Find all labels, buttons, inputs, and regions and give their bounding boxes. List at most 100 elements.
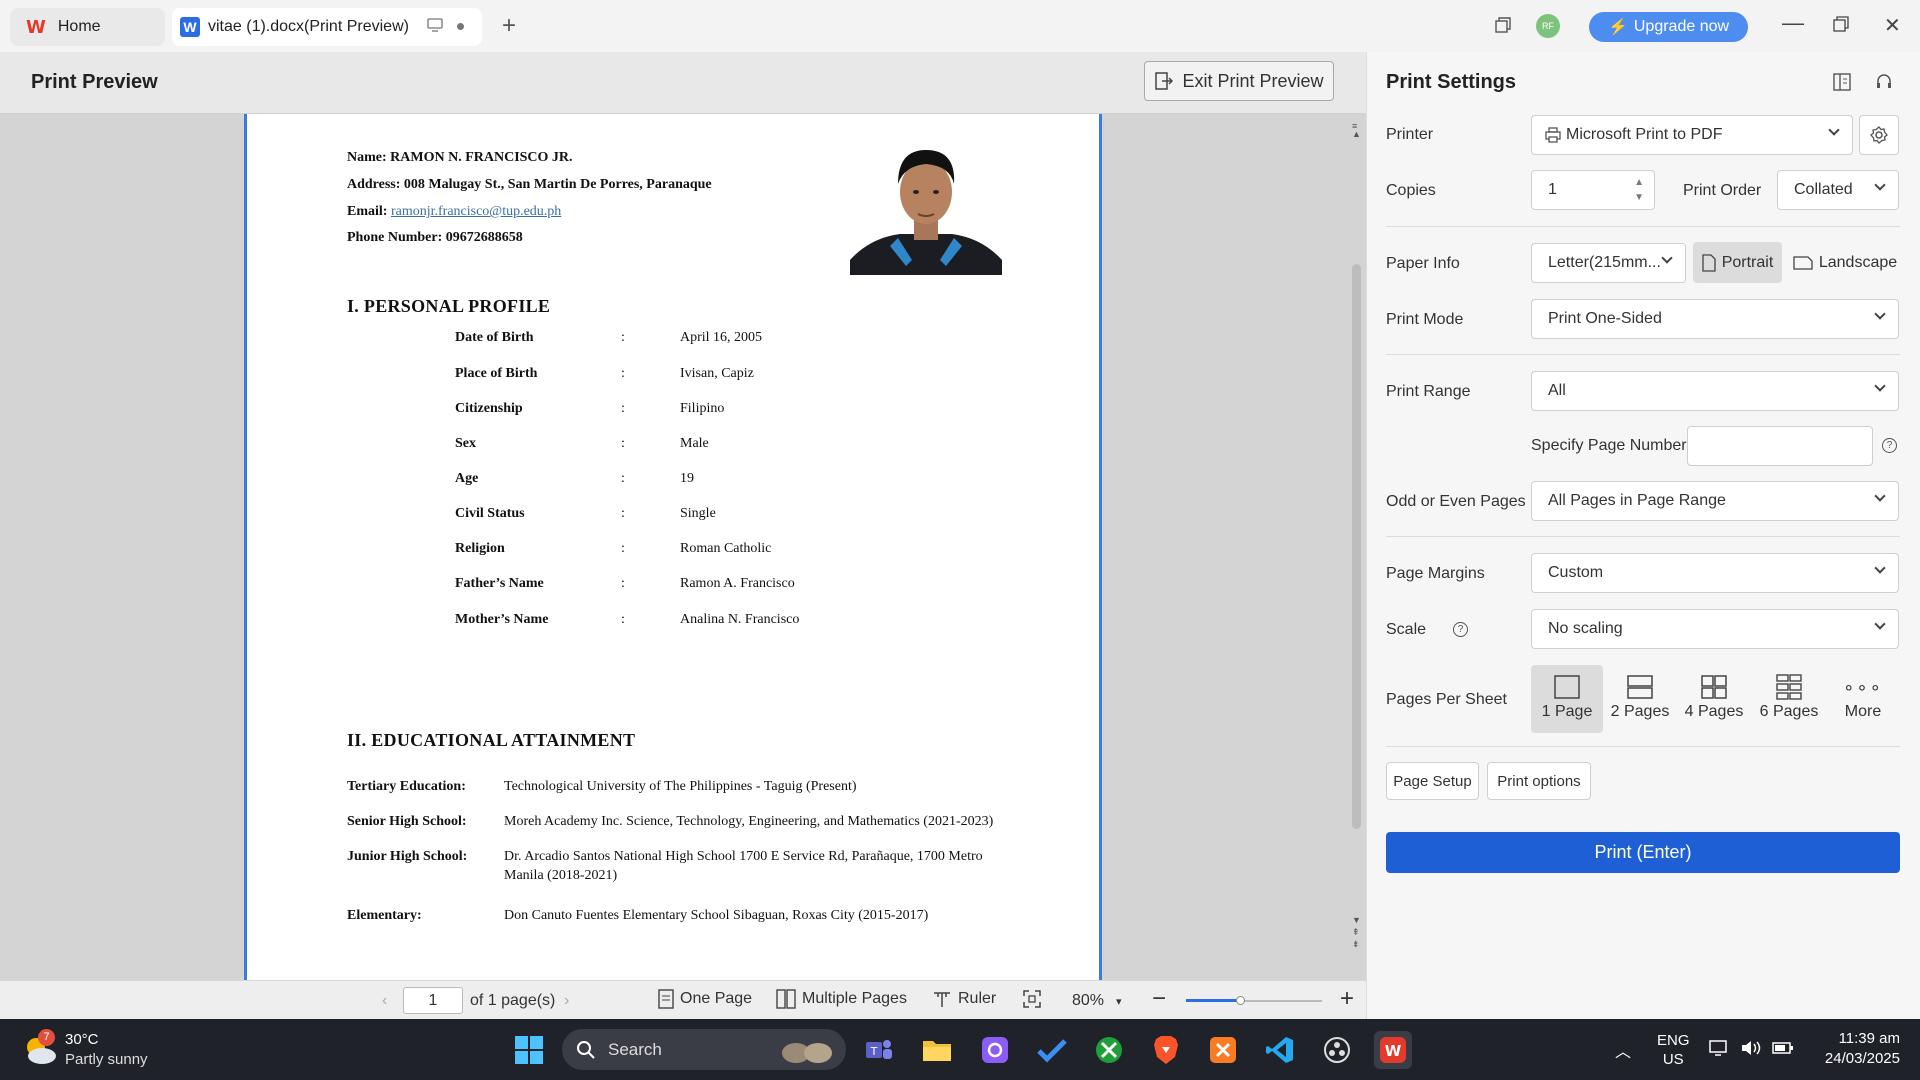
printer-select[interactable]: Microsoft Print to PDF xyxy=(1531,115,1853,155)
multiple-pages-button[interactable]: Multiple Pages xyxy=(776,989,907,1009)
tab-document[interactable]: W vitae (1).docx(Print Preview) xyxy=(172,8,482,46)
pps-2-pages[interactable]: 2 Pages xyxy=(1604,665,1676,733)
page-title: Print Preview xyxy=(31,71,158,93)
print-order-select[interactable]: Collated xyxy=(1777,170,1899,210)
copies-label: Copies xyxy=(1386,182,1436,199)
chevron-up-icon[interactable]: ︿ xyxy=(1604,1031,1642,1069)
ruler-button[interactable]: Ruler xyxy=(932,989,996,1009)
chevron-down-icon xyxy=(1874,308,1886,320)
email-link[interactable]: ramonjr.francisco@tup.edu.ph xyxy=(391,204,561,219)
obs-icon[interactable] xyxy=(1318,1031,1356,1069)
page-setup-button[interactable]: Page Setup xyxy=(1386,762,1479,800)
specify-page-input[interactable] xyxy=(1687,426,1873,466)
vpn-app-icon[interactable] xyxy=(976,1031,1014,1069)
zoom-slider[interactable] xyxy=(1186,996,1322,1005)
copies-stepper[interactable]: 1 ▲ ▼ xyxy=(1531,170,1655,210)
close-icon[interactable]: ✕ xyxy=(1884,13,1901,38)
page-number-input[interactable]: 1 xyxy=(403,987,463,1014)
address-value: 008 Malugay St., San Martin De Porres, P… xyxy=(403,177,712,192)
search-icon xyxy=(577,1040,595,1059)
education-label: Junior High School: xyxy=(347,849,468,864)
preview-layout-icon[interactable] xyxy=(1832,72,1852,97)
specify-page-label: Specify Page Number xyxy=(1531,437,1687,454)
scroll-top-icon[interactable]: ≡ ▲ xyxy=(1352,122,1361,139)
zoom-slider-thumb[interactable] xyxy=(1236,996,1245,1005)
support-icon[interactable] xyxy=(1874,72,1894,97)
start-icon[interactable] xyxy=(510,1031,548,1069)
print-button[interactable]: Print (Enter) xyxy=(1386,832,1900,873)
scale-select[interactable]: No scaling xyxy=(1531,609,1899,649)
odd-even-select[interactable]: All Pages in Page Range xyxy=(1531,481,1899,521)
language-indicator[interactable]: ENG US xyxy=(1657,1031,1690,1069)
pps-1-page[interactable]: 1 Page xyxy=(1531,665,1603,733)
one-page-button[interactable]: One Page xyxy=(658,989,752,1009)
document-page: Name: RAMON N. FRANCISCO JR. Address: 00… xyxy=(244,114,1102,1019)
preview-bottom-bar: ‹ 1 of 1 page(s) › One Page Multiple Pag… xyxy=(0,980,1366,1020)
profile-label: Sex xyxy=(455,436,476,451)
paper-size-select[interactable]: Letter(215mm... xyxy=(1531,243,1686,283)
scroll-thumb[interactable] xyxy=(1352,264,1361,829)
divider xyxy=(1386,536,1900,537)
brave-icon[interactable] xyxy=(1147,1031,1185,1069)
education-value-cont: Manila (2018-2021) xyxy=(504,868,618,883)
unsaved-dot-icon[interactable] xyxy=(457,23,464,30)
landscape-button[interactable]: Landscape xyxy=(1790,242,1900,283)
zoom-in-icon[interactable]: + xyxy=(1340,985,1354,1013)
education-label: Tertiary Education: xyxy=(347,779,466,794)
portrait-button[interactable]: Portrait xyxy=(1693,242,1782,283)
clock[interactable]: 11:39 am 24/03/2025 xyxy=(1800,1029,1900,1069)
vscode-icon[interactable] xyxy=(1261,1031,1299,1069)
help-icon[interactable]: ? xyxy=(1882,438,1897,453)
print-mode-select[interactable]: Print One-Sided xyxy=(1531,299,1899,339)
education-label: Elementary: xyxy=(347,908,422,923)
profile-label: Place of Birth xyxy=(455,366,538,381)
file-explorer-icon[interactable] xyxy=(918,1031,956,1069)
maximize-icon[interactable] xyxy=(1833,16,1849,37)
profile-label: Citizenship xyxy=(455,401,523,416)
vertical-scrollbar[interactable]: ≡ ▲ ▼ ⇞ ⇟ xyxy=(1347,114,1366,976)
tab-home[interactable]: W Home xyxy=(10,8,165,46)
restore-window-icon[interactable] xyxy=(1494,16,1512,39)
pps-4-pages[interactable]: 4 Pages xyxy=(1678,665,1750,733)
page-margins-select[interactable]: Custom xyxy=(1531,553,1899,593)
wps-office-icon[interactable]: W xyxy=(1374,1031,1412,1069)
print-range-select[interactable]: All xyxy=(1531,371,1899,411)
taskbar-search[interactable]: Search xyxy=(562,1029,846,1070)
scroll-bottom-icon[interactable]: ▼ ⇞ ⇟ xyxy=(1352,914,1361,950)
more-icon: ∘∘∘ xyxy=(1843,676,1883,697)
prev-page-icon[interactable]: ‹ xyxy=(382,992,387,1010)
address-line: Address: 008 Malugay St., San Martin De … xyxy=(347,177,712,193)
profile-value: Ivisan, Capiz xyxy=(680,366,754,381)
minimize-icon[interactable]: — xyxy=(1782,10,1804,36)
teams-icon[interactable]: T xyxy=(860,1031,898,1069)
next-page-icon[interactable]: › xyxy=(564,992,569,1010)
fit-page-icon[interactable] xyxy=(1022,989,1042,1014)
one-page-label: One Page xyxy=(680,990,753,1007)
avatar[interactable]: RF xyxy=(1536,14,1560,38)
weather-widget[interactable]: 7 30°C Partly sunny xyxy=(22,1029,162,1071)
print-range-value: All xyxy=(1548,382,1566,399)
zoom-out-icon[interactable]: − xyxy=(1152,985,1166,1013)
new-tab-icon[interactable]: + xyxy=(502,12,516,40)
profile-colon: : xyxy=(621,576,625,591)
monitor-icon[interactable] xyxy=(427,17,443,38)
tab-home-label: Home xyxy=(57,18,101,35)
pps-more[interactable]: ∘∘∘ More xyxy=(1827,665,1899,733)
exit-print-preview-button[interactable]: Exit Print Preview xyxy=(1144,61,1334,101)
paper-size-value: Letter(215mm... xyxy=(1548,254,1661,271)
stepper-arrows-icon[interactable]: ▲ ▼ xyxy=(1634,175,1644,205)
xampp-icon[interactable] xyxy=(1204,1031,1242,1069)
system-tray[interactable] xyxy=(1708,1038,1794,1058)
print-options-button[interactable]: Print options xyxy=(1487,762,1591,800)
pps-1-label: 1 Page xyxy=(1541,703,1593,720)
todo-icon[interactable] xyxy=(1033,1031,1071,1069)
xbox-icon[interactable] xyxy=(1090,1031,1128,1069)
chevron-down-icon xyxy=(1661,252,1673,264)
ruler-label: Ruler xyxy=(958,990,997,1007)
pps-6-pages[interactable]: 6 Pages xyxy=(1753,665,1825,733)
zoom-select[interactable]: 80% ▾ xyxy=(1072,992,1122,1010)
scale-help-icon[interactable]: ? xyxy=(1453,622,1468,637)
printer-properties-button[interactable] xyxy=(1859,115,1899,155)
upgrade-now-button[interactable]: ⚡ Upgrade now xyxy=(1589,12,1748,42)
pps-6-label: 6 Pages xyxy=(1759,703,1819,720)
